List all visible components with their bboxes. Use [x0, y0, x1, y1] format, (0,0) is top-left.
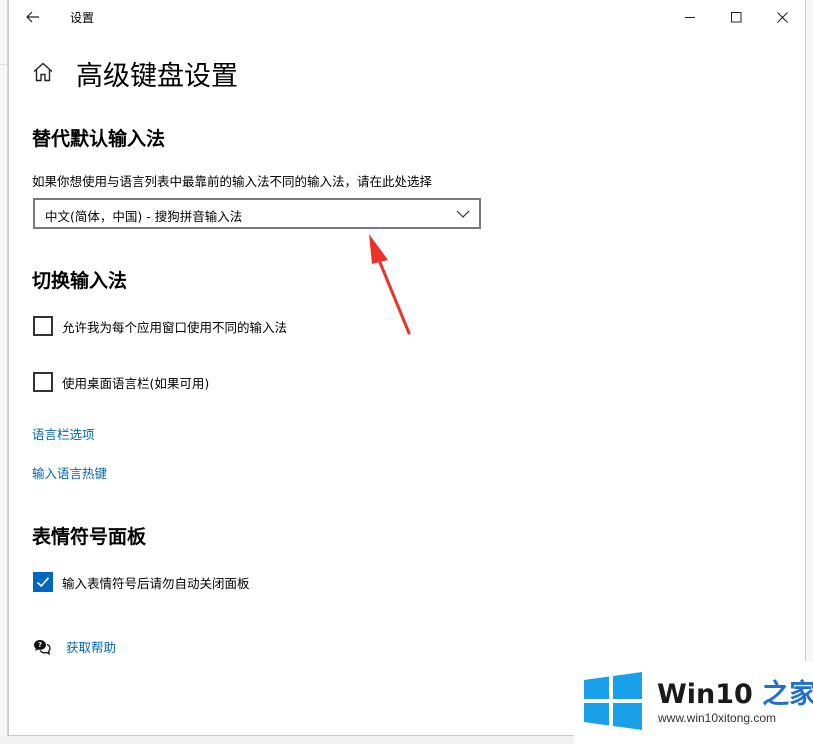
- input-language-hotkeys-link[interactable]: 输入语言热键: [32, 463, 107, 482]
- windows-logo-icon: [584, 672, 642, 730]
- section-title-switch-input: 切换输入法: [32, 270, 128, 292]
- watermark-brand-accent: 之家: [762, 679, 813, 710]
- checkbox-label: 输入表情符号后请勿自动关闭面板: [62, 575, 250, 591]
- help-chat-icon: ?: [34, 639, 51, 655]
- watermark-brand: Win10 之家: [657, 672, 813, 711]
- title-bar: 设置: [9, 0, 805, 34]
- section-title-override-input: 替代默认输入法: [32, 128, 166, 150]
- checkbox-label: 使用桌面语言栏(如果可用): [62, 375, 210, 391]
- emoji-panel-checkbox[interactable]: [33, 572, 53, 592]
- back-button[interactable]: [19, 4, 47, 30]
- get-help-row[interactable]: ? 获取帮助: [33, 637, 116, 656]
- minimize-button[interactable]: [667, 0, 713, 34]
- settings-window: 设置 高级键盘设置 替代默认输入法 如果你想使用与语言列表中最靠前的输入法不同的…: [8, 0, 806, 736]
- desktop-language-bar-checkbox[interactable]: [33, 372, 53, 392]
- svg-text:?: ?: [38, 641, 42, 649]
- watermark-brand-main: Win10: [657, 679, 763, 710]
- get-help-link[interactable]: 获取帮助: [66, 637, 116, 656]
- page-title: 高级键盘设置: [76, 61, 238, 92]
- site-watermark: Win10 之家 www.win10xitong.com: [574, 661, 813, 744]
- close-button[interactable]: [759, 0, 805, 34]
- chevron-down-icon: [456, 210, 470, 218]
- background-desktop-edge: [806, 0, 813, 744]
- per-app-input-checkbox[interactable]: [33, 316, 53, 336]
- watermark-url: www.win10xitong.com: [658, 711, 777, 725]
- home-icon[interactable]: [31, 60, 55, 84]
- back-arrow-icon: [26, 11, 39, 23]
- default-input-method-dropdown[interactable]: 中文(简体，中国) - 搜狗拼音输入法: [33, 198, 481, 229]
- maximize-button[interactable]: [713, 0, 759, 34]
- checkbox-row-per-app-input[interactable]: 允许我为每个应用窗口使用不同的输入法: [33, 315, 287, 337]
- window-title: 设置: [70, 11, 95, 25]
- minimize-icon: [684, 16, 695, 18]
- override-description: 如果你想使用与语言列表中最靠前的输入法不同的输入法，请在此处选择: [32, 174, 433, 189]
- close-icon: [776, 11, 788, 23]
- checkbox-label: 允许我为每个应用窗口使用不同的输入法: [62, 319, 288, 335]
- red-annotation-arrow: [369, 234, 411, 335]
- section-title-emoji-panel: 表情符号面板: [32, 526, 147, 548]
- maximize-icon: [730, 11, 741, 22]
- language-bar-options-link[interactable]: 语言栏选项: [32, 424, 95, 443]
- checkbox-row-emoji-panel[interactable]: 输入表情符号后请勿自动关闭面板: [33, 571, 250, 593]
- dropdown-selected-value: 中文(简体，中国) - 搜狗拼音输入法: [45, 209, 243, 224]
- background-window-edge: [0, 0, 8, 744]
- checkbox-row-desktop-language-bar[interactable]: 使用桌面语言栏(如果可用): [33, 371, 209, 393]
- checkmark-icon: [36, 577, 50, 588]
